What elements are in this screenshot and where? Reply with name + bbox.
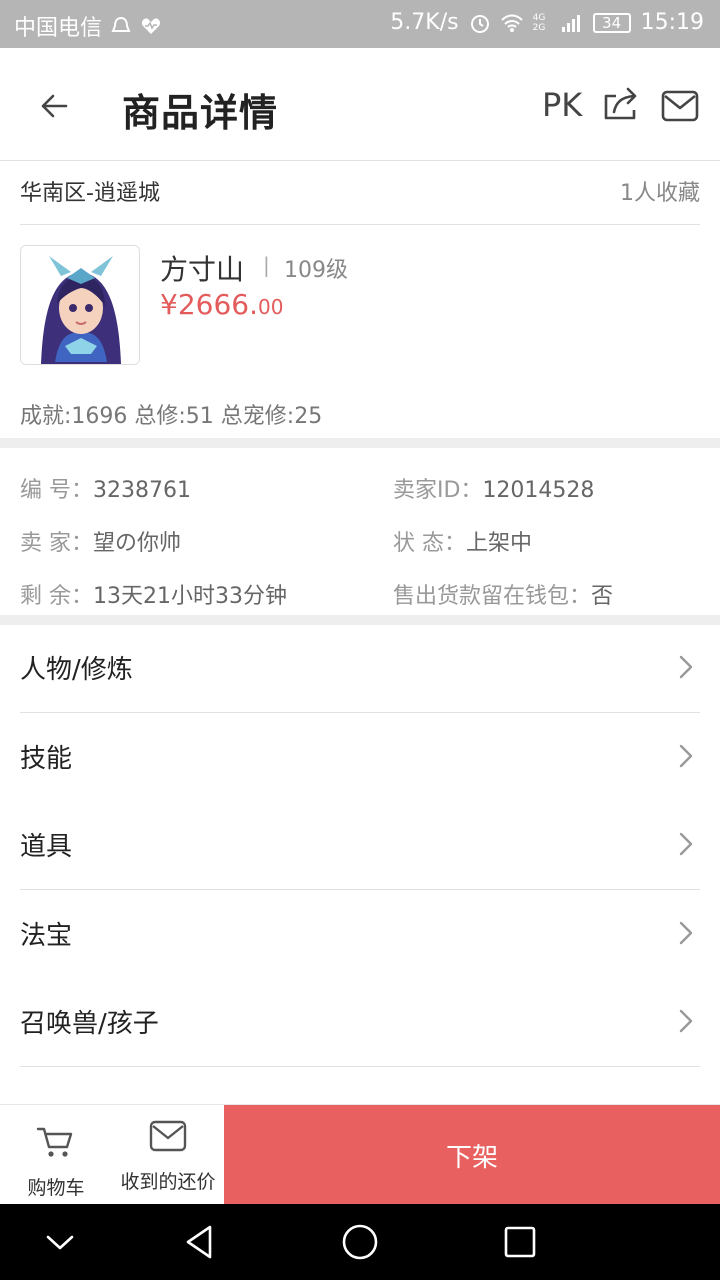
status-value: 上架中 [466,531,533,556]
server-region: 华南区-逍遥城 [20,181,160,206]
alarm-icon [470,14,489,33]
wifi-icon [500,14,523,32]
wallet-info: 售出货款留在钱包：否 [393,578,613,610]
seller-id-info: 卖家ID：12014528 [393,472,594,504]
character-stats: 成就:1696 总修:51 总宠修:25 [20,404,323,429]
nav-recents-icon[interactable] [500,1222,540,1262]
status-info: 状 态：上架中 [393,525,532,557]
menu-item-pets[interactable]: 召唤兽/孩子 [20,979,700,1067]
menu-item-items[interactable]: 道具 [20,802,700,890]
net-speed: 5.7K/s [390,10,459,35]
carrier-text: 中国电信 [14,16,103,41]
menu-item-label: 道具 [20,832,73,862]
delist-button[interactable]: 下架 [224,1105,720,1205]
price-decimal: 00 [257,295,284,319]
signal-bars-icon [561,14,580,32]
character-school: 方寸山 [160,253,245,286]
chevron-right-icon [679,832,693,856]
seller-info: 卖 家：望の你帅 [20,525,181,557]
chevron-right-icon [679,655,693,679]
nav-back-icon[interactable] [180,1222,220,1262]
clock-time: 15:19 [640,10,704,35]
mail-icon [149,1120,187,1152]
chevron-right-icon [679,921,693,945]
character-level: 109级 [284,258,348,283]
character-avatar[interactable] [20,245,140,365]
section-divider [0,615,720,625]
remaining-info: 剩 余：13天21小时33分钟 [20,578,287,610]
seller-id-value: 12014528 [482,478,595,503]
separator: | [263,253,270,277]
serial-info: 编 号：3238761 [20,472,191,504]
app-header: 商品详情 PK [0,48,720,161]
offers-label: 收到的还价 [120,1171,216,1193]
remaining-label: 剩 余： [20,584,93,609]
cart-icon [36,1127,73,1157]
wallet-value: 否 [591,584,614,609]
health-heart-icon [141,18,161,34]
menu-item-label: 召唤兽/孩子 [20,1009,159,1039]
bottom-action-bar: 购物车 收到的还价 下架 [0,1104,720,1205]
mail-icon[interactable] [660,86,700,126]
nav-home-icon[interactable] [340,1222,380,1262]
seller-value: 望の你帅 [93,531,182,556]
menu-item-label: 技能 [20,744,73,774]
serial-value: 3238761 [93,478,191,503]
menu-item-skills[interactable]: 技能 [20,714,700,802]
seller-label: 卖 家： [20,531,93,556]
menu-item-treasures[interactable]: 法宝 [20,891,700,979]
chevron-right-icon [679,744,693,768]
offers-button[interactable]: 收到的还价 [112,1105,224,1205]
notification-icon [111,16,131,32]
chevron-down-icon[interactable] [40,1222,80,1262]
price-main: ¥2666. [160,288,258,321]
cart-label: 购物车 [27,1177,85,1199]
section-divider [0,438,720,448]
chevron-right-icon [679,1009,693,1033]
battery-indicator: 34 [592,12,631,33]
back-arrow-icon [41,94,68,118]
back-button[interactable] [32,84,76,128]
cart-button[interactable]: 购物车 [0,1105,112,1205]
status-bar: 中国电信 5.7K/s 4G 2G 34 15:19 [0,0,720,48]
status-label: 状 态： [393,531,466,556]
menu-item-character[interactable]: 人物/修炼 [20,625,700,713]
pk-button[interactable]: PK [542,86,582,124]
page-title: 商品详情 [122,91,279,135]
system-nav-bar [0,1204,720,1280]
menu-item-label: 法宝 [20,921,73,951]
signal-type-text: 4G 2G [532,12,546,33]
character-portrait-icon [21,246,139,364]
region-row: 华南区-逍遥城 1人收藏 [20,161,700,225]
wallet-label: 售出货款留在钱包： [393,584,592,609]
share-icon[interactable] [600,84,640,124]
seller-id-label: 卖家ID： [393,478,483,503]
favorites-count: 1人收藏 [620,181,700,206]
price: ¥2666.00 [160,288,283,321]
menu-item-label: 人物/修炼 [20,655,133,685]
serial-label: 编 号： [20,478,93,503]
remaining-value: 13天21小时33分钟 [93,584,287,609]
